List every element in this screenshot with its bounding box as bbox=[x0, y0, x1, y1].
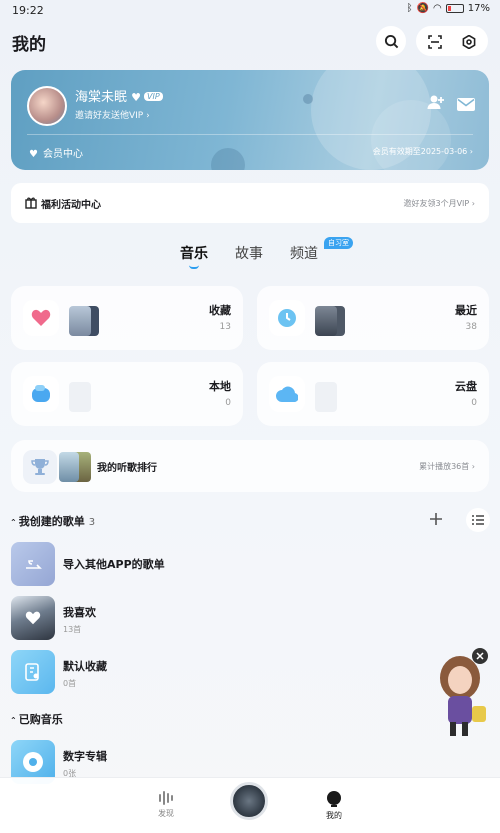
status-bar: 19:22 ᛒ 🔕 ◠ 17% bbox=[0, 0, 500, 20]
settings-icon bbox=[462, 34, 476, 50]
invite-link[interactable]: 邀请好友送他VIP › bbox=[75, 108, 150, 121]
header-actions bbox=[416, 26, 488, 56]
divider bbox=[27, 134, 473, 135]
nav-mine[interactable]: 我的 bbox=[314, 790, 354, 821]
page-header: 我的 bbox=[12, 26, 488, 56]
tile-cloud[interactable]: 云盘 0 bbox=[257, 362, 489, 426]
add-playlist-button[interactable] bbox=[428, 511, 444, 531]
tile-recent[interactable]: 最近 38 bbox=[257, 286, 489, 350]
vip-profile-card[interactable]: 海棠未眠 ♥ VIP 邀请好友送他VIP › ♥ 会员中心 会员有效期至2025-0… bbox=[11, 70, 489, 170]
playlist-default[interactable]: 默认收藏 0首 bbox=[11, 650, 311, 694]
content-tabs: 音乐 故事 频道 自习室 bbox=[0, 237, 500, 273]
welfare-center-card[interactable]: 福利活动中心 邀好友领3个月VIP › bbox=[11, 183, 489, 223]
mail-icon bbox=[457, 98, 475, 111]
playlist-import[interactable]: 导入其他APP的歌单 bbox=[11, 542, 311, 586]
tab-channels[interactable]: 频道 bbox=[290, 243, 318, 263]
tab-stories[interactable]: 故事 bbox=[235, 243, 263, 263]
vip-center-link[interactable]: ♥ 会员中心 bbox=[29, 145, 83, 160]
bottom-navigation: 发现 我的 bbox=[0, 777, 500, 833]
tile-cloud-count: 0 bbox=[471, 398, 477, 408]
created-playlists-title: 我创建的歌单 bbox=[18, 515, 85, 528]
page-title: 我的 bbox=[12, 35, 46, 55]
purchased-music-header[interactable]: ⌃ 已购音乐 bbox=[10, 711, 63, 727]
gift-icon bbox=[25, 197, 37, 209]
close-mascot-button[interactable] bbox=[472, 648, 488, 664]
search-button[interactable] bbox=[376, 26, 406, 56]
nav-mine-label: 我的 bbox=[326, 811, 342, 820]
plus-icon bbox=[430, 513, 442, 525]
tile-favorites-label: 收藏 bbox=[209, 304, 231, 317]
settings-button[interactable] bbox=[462, 34, 476, 53]
vip-badge: VIP bbox=[144, 92, 163, 101]
playlist-count: 0首 bbox=[63, 679, 77, 688]
discover-icon bbox=[159, 791, 173, 805]
cloud-icon bbox=[276, 386, 298, 402]
rank-hint: 累计播放36首 › bbox=[419, 462, 475, 471]
heart-icon bbox=[25, 611, 41, 625]
manage-playlists-button[interactable] bbox=[466, 508, 490, 532]
listening-rank-card[interactable]: 我的听歌排行 累计播放36首 › bbox=[11, 440, 489, 492]
playlist-name: 默认收藏 bbox=[63, 660, 107, 673]
wifi-icon: ◠ bbox=[433, 3, 442, 14]
tile-local-label: 本地 bbox=[209, 380, 231, 393]
tile-recent-label: 最近 bbox=[455, 304, 477, 317]
tile-local-count: 0 bbox=[225, 398, 231, 408]
username: 海棠未眠 bbox=[75, 90, 128, 105]
playlist-liked[interactable]: 我喜欢 13首 bbox=[11, 596, 311, 640]
created-playlists-header[interactable]: ⌃ 我创建的歌单 3 bbox=[10, 513, 95, 529]
now-playing-disc[interactable] bbox=[230, 782, 268, 820]
music-note-icon bbox=[25, 663, 39, 681]
scan-button[interactable] bbox=[428, 34, 442, 53]
tile-cloud-label: 云盘 bbox=[455, 380, 477, 393]
trophy-icon bbox=[31, 459, 49, 475]
vip-diamond-icon: ♥ bbox=[29, 149, 38, 160]
tile-local[interactable]: 本地 0 bbox=[11, 362, 243, 426]
active-tab-indicator bbox=[189, 265, 199, 269]
heart-icon bbox=[31, 309, 51, 326]
avatar[interactable] bbox=[27, 86, 67, 126]
mute-icon: 🔕 bbox=[416, 3, 430, 14]
playlist-count: 13首 bbox=[63, 625, 82, 634]
welfare-hint: 邀好友领3个月VIP › bbox=[403, 199, 476, 208]
purchased-title: 已购音乐 bbox=[18, 713, 63, 726]
tile-favorites-count: 13 bbox=[219, 322, 231, 332]
vip-expiry[interactable]: 会员有效期至2025-03-06 › bbox=[373, 146, 473, 157]
bluetooth-icon: ᛒ bbox=[406, 3, 413, 14]
local-music-icon bbox=[32, 385, 50, 402]
scan-icon bbox=[428, 35, 442, 49]
tab-music[interactable]: 音乐 bbox=[180, 243, 208, 263]
heart-icon: ♥ bbox=[131, 91, 142, 104]
created-playlists-count: 3 bbox=[88, 517, 96, 528]
import-icon bbox=[26, 560, 42, 569]
list-manage-icon bbox=[472, 515, 484, 525]
playlist-name: 我喜欢 bbox=[63, 606, 96, 619]
add-user-icon bbox=[427, 95, 444, 109]
clock-icon bbox=[278, 309, 296, 327]
status-time: 19:22 bbox=[12, 4, 44, 17]
battery-icon bbox=[445, 4, 464, 13]
playlist-name: 导入其他APP的歌单 bbox=[63, 558, 165, 571]
welfare-title: 福利活动中心 bbox=[41, 200, 101, 211]
album-name: 数字专辑 bbox=[63, 750, 107, 763]
chevron-up-icon: ⌃ bbox=[10, 716, 17, 725]
study-room-badge: 自习室 bbox=[324, 237, 353, 249]
add-friend-button[interactable] bbox=[427, 94, 445, 114]
floating-mascot[interactable] bbox=[436, 648, 492, 744]
search-icon bbox=[384, 34, 398, 48]
nav-discover-label: 发现 bbox=[158, 809, 174, 818]
tile-recent-count: 38 bbox=[465, 322, 477, 332]
rank-title: 我的听歌排行 bbox=[97, 463, 157, 474]
disc-icon bbox=[23, 752, 43, 772]
close-icon bbox=[476, 652, 484, 660]
nav-discover[interactable]: 发现 bbox=[146, 790, 186, 819]
vip-center-label: 会员中心 bbox=[42, 149, 83, 160]
profile-icon bbox=[327, 791, 341, 807]
chevron-up-icon: ⌃ bbox=[10, 518, 17, 527]
tile-favorites[interactable]: 收藏 13 bbox=[11, 286, 243, 350]
battery-level: 17% bbox=[467, 3, 490, 14]
message-button[interactable] bbox=[457, 96, 475, 115]
